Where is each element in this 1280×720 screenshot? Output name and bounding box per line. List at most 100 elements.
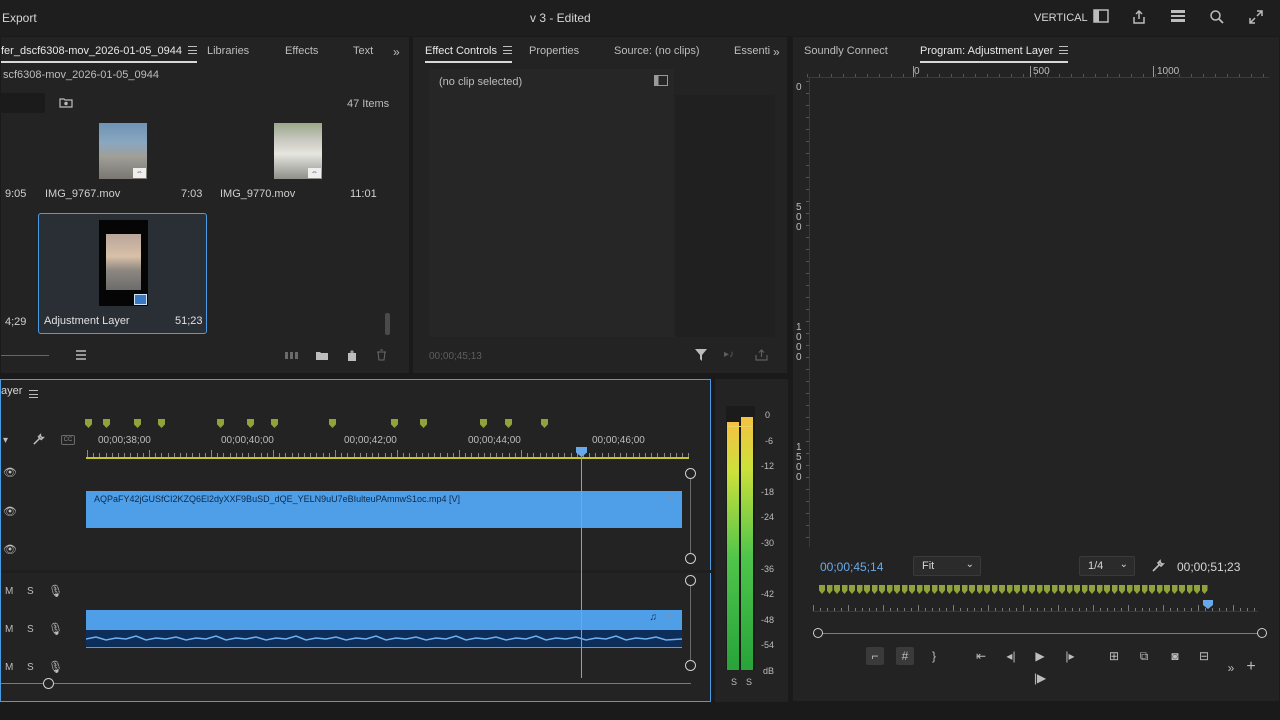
toggle-track-output-eye-icon[interactable]: 👁 [3, 466, 17, 479]
settings-wrench-icon[interactable] [1151, 559, 1165, 573]
safe-margins-icon[interactable]: # [896, 647, 914, 665]
ruler-tick [831, 74, 832, 77]
timeline-zoom-scrollbar[interactable] [1, 683, 691, 684]
toggle-timeline-icon[interactable] [654, 75, 668, 86]
video-scrollbar[interactable] [690, 479, 691, 553]
solo-button[interactable]: S [27, 586, 34, 597]
track-height-handle[interactable] [685, 468, 696, 479]
track-height-handle[interactable] [685, 553, 696, 564]
clip-thumbnail-img9767[interactable]: ⇔ [99, 123, 147, 179]
marker [1134, 585, 1140, 594]
step-forward-icon[interactable]: |▸ [1061, 647, 1079, 665]
solo-button[interactable]: S [27, 624, 34, 635]
mic-icon[interactable]: 🎙 [48, 660, 63, 674]
tabs-overflow-icon[interactable]: » [773, 45, 780, 59]
search-icon[interactable] [1208, 9, 1226, 27]
share-icon[interactable] [1130, 9, 1148, 27]
mute-button[interactable]: M [5, 662, 13, 673]
zoom-slider[interactable] [1, 355, 49, 356]
fit-dropdown[interactable]: Fit ⌄ [913, 556, 981, 576]
timeline-zoom-handle[interactable] [43, 678, 54, 689]
clip-thumbnail-img9770[interactable]: ⇔ [274, 123, 322, 179]
tab-properties[interactable]: Properties [529, 45, 579, 57]
mute-button[interactable]: M [5, 624, 13, 635]
snap-marker-icon[interactable]: ▾ [3, 435, 8, 446]
project-scrollbar[interactable] [385, 313, 390, 335]
play-icon[interactable]: ▶ [1031, 647, 1049, 665]
panel-menu-icon[interactable] [29, 390, 38, 398]
zoom-handle-right[interactable] [1257, 628, 1267, 638]
sort-icon[interactable] [75, 350, 87, 360]
marker [849, 585, 855, 594]
search-input[interactable] [1, 93, 45, 113]
lift-icon[interactable]: ⊞ [1105, 647, 1123, 665]
play-vr-icon[interactable]: |▶ [1031, 669, 1049, 687]
new-bin-folder-icon[interactable] [315, 350, 329, 361]
export-tab[interactable]: Export [2, 11, 37, 25]
audio-clip[interactable]: ♫ fx [85, 610, 683, 648]
clip-name[interactable]: IMG_9770.mov [220, 188, 295, 200]
filter-icon[interactable] [695, 349, 707, 361]
export-clip-icon[interactable] [755, 349, 768, 361]
workspace-panel-icon[interactable] [1092, 9, 1110, 27]
resolution-dropdown[interactable]: 1/4 ⌄ [1079, 556, 1135, 576]
panel-menu-icon[interactable] [188, 46, 198, 54]
timeline-settings-wrench-icon[interactable] [32, 433, 45, 446]
mic-icon[interactable]: 🎙 [48, 622, 63, 636]
progress-icon[interactable] [1169, 9, 1187, 27]
toggle-track-output-eye-icon[interactable]: 👁 [3, 543, 17, 556]
panel-menu-icon[interactable] [502, 46, 512, 54]
toggle-track-output-eye-icon[interactable]: 👁 [3, 505, 17, 518]
video-clip[interactable]: AQPaFY42jGUSfCI2KZQ6El2dyXXF9BuSD_dQE_YE… [86, 491, 682, 528]
fullscreen-icon[interactable] [1247, 9, 1265, 27]
overflow-icon[interactable]: » [1222, 659, 1240, 677]
audio-scrollbar[interactable] [690, 586, 691, 660]
export-frame-camera-icon[interactable]: ◙ [1166, 647, 1184, 665]
work-area-bar[interactable] [86, 457, 689, 459]
solo-right-button[interactable]: S [746, 677, 752, 687]
new-item-icon[interactable] [346, 350, 358, 361]
solo-button[interactable]: S [27, 662, 34, 673]
captions-icon[interactable]: CC [61, 435, 75, 445]
step-back-icon[interactable]: ◂| [1002, 647, 1020, 665]
tab-program[interactable]: Program: Adjustment Layer [920, 45, 1069, 63]
tab-soundly-connect[interactable]: Soundly Connect [804, 45, 888, 57]
trash-icon[interactable] [376, 349, 387, 361]
zoom-handle-left[interactable] [813, 628, 823, 638]
extract-icon[interactable]: ⧉ [1135, 647, 1153, 665]
automate-sequence-icon[interactable] [285, 351, 299, 360]
mini-timeline[interactable] [813, 611, 1258, 612]
insert-marker-icon[interactable]: ⌐ [866, 647, 884, 665]
program-video-area[interactable] [811, 79, 1271, 547]
clip-name[interactable]: IMG_9767.mov [45, 188, 120, 200]
mute-button[interactable]: M [5, 586, 13, 597]
ruler-tick [1227, 74, 1228, 77]
track-divider[interactable] [1, 570, 712, 573]
current-timecode[interactable]: 00;00;45;14 [820, 560, 883, 574]
tab-project-bin[interactable]: fer_dscf6308-mov_2026-01-05_0944 [1, 45, 198, 63]
tab-essential[interactable]: Essenti [734, 45, 770, 57]
tab-effect-controls[interactable]: Effect Controls [425, 45, 512, 63]
mark-out-icon[interactable]: } [925, 647, 943, 665]
clip-item-adjustment-layer[interactable]: Adjustment Layer 51;23 [38, 213, 207, 334]
tab-libraries[interactable]: Libraries [207, 45, 249, 57]
tabs-overflow-icon[interactable]: » [393, 45, 400, 59]
tab-source[interactable]: Source: (no clips) [614, 45, 700, 57]
tab-effects[interactable]: Effects [285, 45, 318, 57]
workspace-label[interactable]: VERTICAL [1034, 12, 1088, 24]
track-height-handle[interactable] [685, 660, 696, 671]
new-bin-icon[interactable] [59, 97, 73, 108]
tab-text[interactable]: Text [353, 45, 373, 57]
go-to-in-icon[interactable]: ⇤ [972, 647, 990, 665]
add-button-icon[interactable]: + [1242, 658, 1260, 676]
timeline-title[interactable]: ayer [1, 385, 22, 397]
mic-icon[interactable]: 🎙 [48, 584, 63, 598]
zoom-scrollbar[interactable] [818, 633, 1261, 634]
track-height-handle[interactable] [685, 575, 696, 586]
solo-left-button[interactable]: S [731, 677, 737, 687]
comparison-view-icon[interactable]: ⊟ [1195, 647, 1213, 665]
playhead-line[interactable] [581, 452, 582, 678]
panel-menu-icon[interactable] [1059, 46, 1069, 54]
audio-render-icon[interactable]: ▸♪ [724, 349, 738, 361]
ruler-time-label: 00;00;44;00 [468, 435, 521, 446]
